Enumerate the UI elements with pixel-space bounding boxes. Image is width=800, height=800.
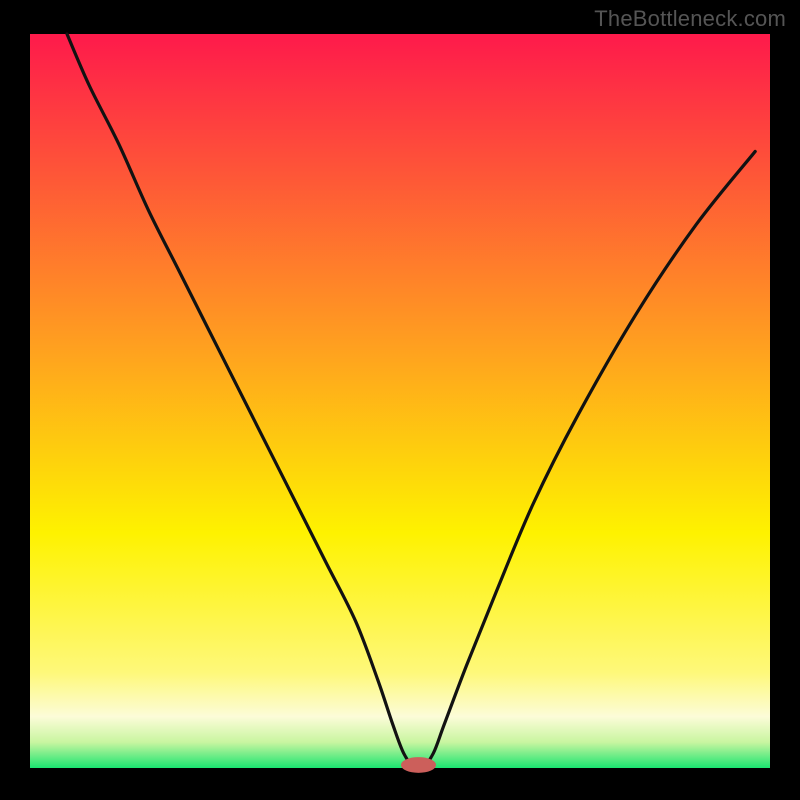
optimal-point-marker bbox=[401, 758, 435, 773]
plot-background bbox=[30, 34, 770, 768]
chart-frame: TheBottleneck.com bbox=[0, 0, 800, 800]
watermark-text: TheBottleneck.com bbox=[594, 6, 786, 32]
bottleneck-chart bbox=[0, 0, 800, 800]
